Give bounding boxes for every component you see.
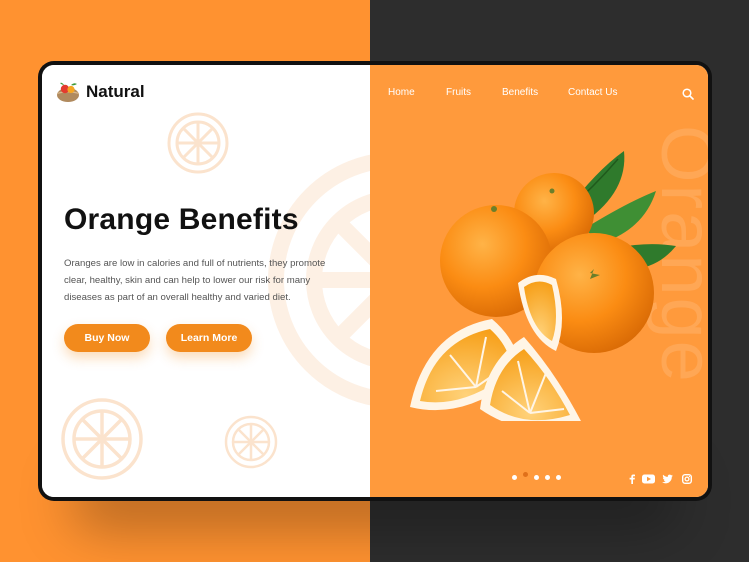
nav-fruits[interactable]: Fruits (446, 87, 471, 98)
hero-title: Orange Benefits (64, 203, 299, 236)
brand-name: Natural (86, 82, 145, 101)
slider-dots (512, 472, 561, 480)
citrus-slice-icon (61, 398, 143, 480)
left-panel: Natural Orange Benefits Oranges are low … (42, 65, 524, 497)
nav-contact-us[interactable]: Contact Us (568, 87, 617, 98)
nav-benefits[interactable]: Benefits (502, 87, 538, 98)
website-screen: Natural Orange Benefits Oranges are low … (42, 65, 708, 497)
twitter-icon[interactable] (662, 474, 673, 484)
youtube-icon[interactable] (642, 474, 655, 484)
buy-now-button[interactable]: Buy Now (64, 324, 150, 352)
slider-dot[interactable] (545, 475, 550, 480)
nav-home[interactable]: Home (388, 87, 415, 98)
slider-dot[interactable] (556, 475, 561, 480)
facebook-icon[interactable] (628, 474, 636, 484)
hero-description: Oranges are low in calories and full of … (64, 258, 326, 303)
right-panel: Orange Home Fruits Benefits Contact Us (370, 65, 708, 497)
search-icon[interactable] (682, 88, 694, 100)
fruit-bowl-icon (57, 82, 79, 102)
slider-dot-active[interactable] (523, 472, 528, 477)
instagram-icon[interactable] (682, 474, 692, 484)
learn-more-button[interactable]: Learn More (166, 324, 252, 352)
brand-logo[interactable]: Natural (56, 81, 145, 103)
slider-dot[interactable] (534, 475, 539, 480)
citrus-slice-icon (167, 112, 229, 174)
slider-dot[interactable] (512, 475, 517, 480)
oranges-image (410, 151, 676, 421)
citrus-slice-icon (224, 415, 278, 469)
